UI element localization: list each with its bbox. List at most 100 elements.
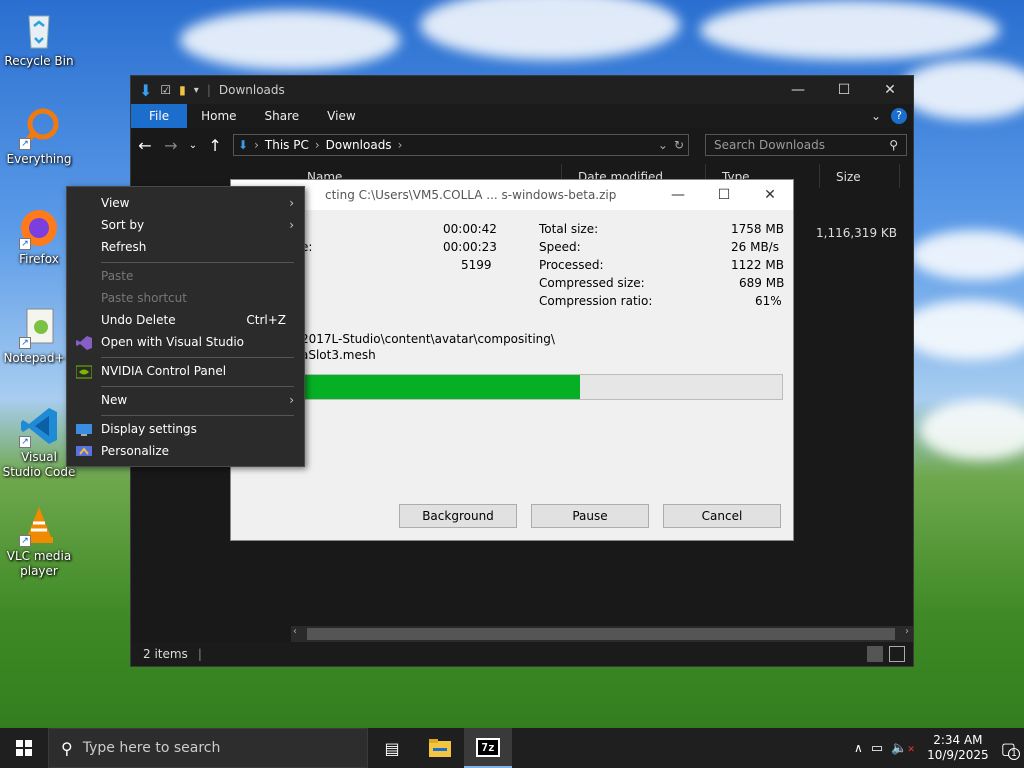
file-size: 1,116,319 KB bbox=[816, 226, 897, 240]
help-icon[interactable]: ? bbox=[891, 108, 907, 124]
notepadpp-icon: ↗ bbox=[17, 305, 61, 349]
menu-item-label: Open with Visual Studio bbox=[101, 335, 244, 349]
menu-item-display-settings[interactable]: Display settings bbox=[67, 418, 304, 440]
network-icon[interactable]: ▭ bbox=[871, 741, 883, 756]
menu-item-sort-by[interactable]: Sort by › bbox=[67, 214, 304, 236]
desktop-icon-recycle-bin[interactable]: Recycle Bin bbox=[1, 8, 77, 69]
scroll-left-icon[interactable]: ‹ bbox=[293, 626, 297, 637]
menu-item-label: Paste bbox=[101, 269, 134, 283]
properties-icon[interactable]: ☑ bbox=[160, 83, 171, 97]
explorer-titlebar[interactable]: ⬇ ☑ ▮ ▾ | Downloads — ☐ ✕ bbox=[131, 76, 913, 104]
desktop-icon-label: Recycle Bin bbox=[4, 54, 74, 68]
menu-item-new[interactable]: New › bbox=[67, 389, 304, 411]
search-input[interactable]: Search Downloads bbox=[714, 138, 825, 152]
menu-item-undo-delete[interactable]: Undo Delete Ctrl+Z bbox=[67, 309, 304, 331]
compressed-size-value: 689 MB bbox=[739, 276, 785, 290]
quick-access-dropdown-icon[interactable]: ▾ bbox=[194, 85, 199, 96]
minimize-button[interactable]: — bbox=[775, 76, 821, 104]
forward-button[interactable]: → bbox=[163, 136, 179, 155]
display-settings-icon bbox=[76, 422, 92, 436]
recycle-bin-icon bbox=[17, 8, 61, 52]
breadcrumb-this-pc[interactable]: This PC bbox=[265, 138, 309, 152]
menu-item-personalize[interactable]: Personalize bbox=[67, 440, 304, 462]
menu-separator bbox=[101, 262, 294, 263]
progress-fill bbox=[302, 375, 581, 399]
taskbar-7zip[interactable]: 7z bbox=[464, 728, 512, 768]
address-dropdown-icon[interactable]: ⌄ bbox=[658, 138, 668, 152]
dialog-minimize-button[interactable]: — bbox=[655, 187, 701, 203]
extract-dialog-titlebar[interactable]: cting C:\Users\VM5.COLLA ... s-windows-b… bbox=[231, 180, 793, 210]
menu-item-label: Display settings bbox=[101, 422, 197, 436]
processed-label: Processed: bbox=[539, 258, 604, 272]
taskbar-search-input[interactable]: Type here to search bbox=[83, 740, 221, 756]
submenu-arrow-icon: › bbox=[289, 218, 294, 232]
everything-icon: ↗ bbox=[17, 106, 61, 150]
background-button[interactable]: Background bbox=[399, 504, 517, 528]
submenu-arrow-icon: › bbox=[289, 196, 294, 210]
show-hidden-icons-icon[interactable]: ∧ bbox=[854, 741, 863, 755]
status-bar: 2 items | bbox=[131, 642, 913, 666]
remaining-time-value: 00:00:23 bbox=[443, 240, 497, 254]
pause-button[interactable]: Pause bbox=[531, 504, 649, 528]
desktop-icon-everything[interactable]: ↗ Everything bbox=[1, 106, 77, 167]
tab-file[interactable]: File bbox=[131, 104, 188, 128]
tab-home[interactable]: Home bbox=[187, 104, 250, 128]
clock-date: 10/9/2025 bbox=[927, 748, 989, 762]
menu-item-label: Refresh bbox=[101, 240, 147, 254]
back-button[interactable]: ← bbox=[137, 136, 153, 155]
details-view-button[interactable] bbox=[867, 646, 883, 662]
clock[interactable]: 2:34 AM 10/9/2025 bbox=[923, 733, 993, 763]
dialog-maximize-button[interactable]: ☐ bbox=[701, 187, 747, 203]
address-bar[interactable]: ⬇ › This PC › Downloads › ⌄ ↻ bbox=[233, 134, 690, 156]
taskbar-file-explorer[interactable] bbox=[416, 728, 464, 768]
vlc-icon: ↗ bbox=[17, 503, 61, 547]
volume-muted-icon[interactable]: 🔈✕ bbox=[891, 741, 915, 756]
close-button[interactable]: ✕ bbox=[867, 76, 913, 104]
task-view-button[interactable]: ▤ bbox=[368, 728, 416, 768]
breadcrumb-downloads[interactable]: Downloads bbox=[326, 138, 392, 152]
desktop-icon-vlc[interactable]: ↗ VLC media player bbox=[1, 503, 77, 579]
desktop-icon-label: Everything bbox=[6, 152, 72, 166]
scroll-right-icon[interactable]: › bbox=[905, 626, 909, 637]
tab-share[interactable]: Share bbox=[251, 104, 314, 128]
processed-value: 1122 MB bbox=[731, 258, 784, 272]
elapsed-time-value: 00:00:42 bbox=[443, 222, 497, 236]
taskbar-search-box[interactable]: ⚲ Type here to search bbox=[48, 728, 368, 768]
nvidia-icon bbox=[75, 364, 93, 379]
extract-dialog[interactable]: cting C:\Users\VM5.COLLA ... s-windows-b… bbox=[230, 179, 794, 541]
menu-item-open-with-visual-studio[interactable]: Open with Visual Studio bbox=[67, 331, 304, 353]
window-title: Downloads bbox=[218, 83, 285, 97]
search-box[interactable]: Search Downloads ⚲ bbox=[705, 134, 908, 156]
scrollbar-thumb[interactable] bbox=[307, 628, 895, 640]
menu-item-nvidia-control-panel[interactable]: NVIDIA Control Panel bbox=[67, 360, 304, 382]
recent-locations-icon[interactable]: ⌄ bbox=[189, 140, 197, 151]
total-size-label: Total size: bbox=[539, 222, 599, 236]
cancel-button[interactable]: Cancel bbox=[663, 504, 781, 528]
menu-item-paste-shortcut: Paste shortcut bbox=[67, 287, 304, 309]
files-value: 5199 bbox=[461, 258, 492, 272]
compressed-size-label: Compressed size: bbox=[539, 276, 645, 290]
speed-value: 26 MB/s bbox=[731, 240, 779, 254]
menu-item-label: Paste shortcut bbox=[101, 291, 187, 305]
tab-view[interactable]: View bbox=[313, 104, 369, 128]
menu-item-refresh[interactable]: Refresh bbox=[67, 236, 304, 258]
up-button[interactable]: ↑ bbox=[207, 136, 223, 155]
dialog-close-button[interactable]: ✕ bbox=[747, 187, 793, 203]
refresh-icon[interactable]: ↻ bbox=[674, 138, 684, 152]
shortcut-arrow-icon: ↗ bbox=[19, 337, 31, 349]
column-size[interactable]: Size bbox=[820, 164, 900, 188]
shortcut-arrow-icon: ↗ bbox=[19, 436, 31, 448]
notification-center-button[interactable]: ▢ 1 bbox=[1001, 739, 1020, 760]
start-button[interactable] bbox=[0, 728, 48, 768]
shortcut-arrow-icon: ↗ bbox=[19, 138, 31, 150]
menu-item-view[interactable]: View › bbox=[67, 192, 304, 214]
expand-ribbon-icon[interactable]: ⌄ bbox=[871, 109, 881, 123]
folder-icon[interactable]: ▮ bbox=[179, 83, 186, 97]
submenu-arrow-icon: › bbox=[289, 393, 294, 407]
large-icons-view-button[interactable] bbox=[889, 646, 905, 662]
horizontal-scrollbar[interactable]: ‹ › bbox=[291, 626, 913, 642]
menu-item-label: Undo Delete bbox=[101, 313, 176, 327]
taskbar: ⚲ Type here to search ▤ 7z ∧ ▭ 🔈✕ 2:34 A… bbox=[0, 728, 1024, 768]
extraction-progress-bar bbox=[301, 374, 783, 400]
maximize-button[interactable]: ☐ bbox=[821, 76, 867, 104]
